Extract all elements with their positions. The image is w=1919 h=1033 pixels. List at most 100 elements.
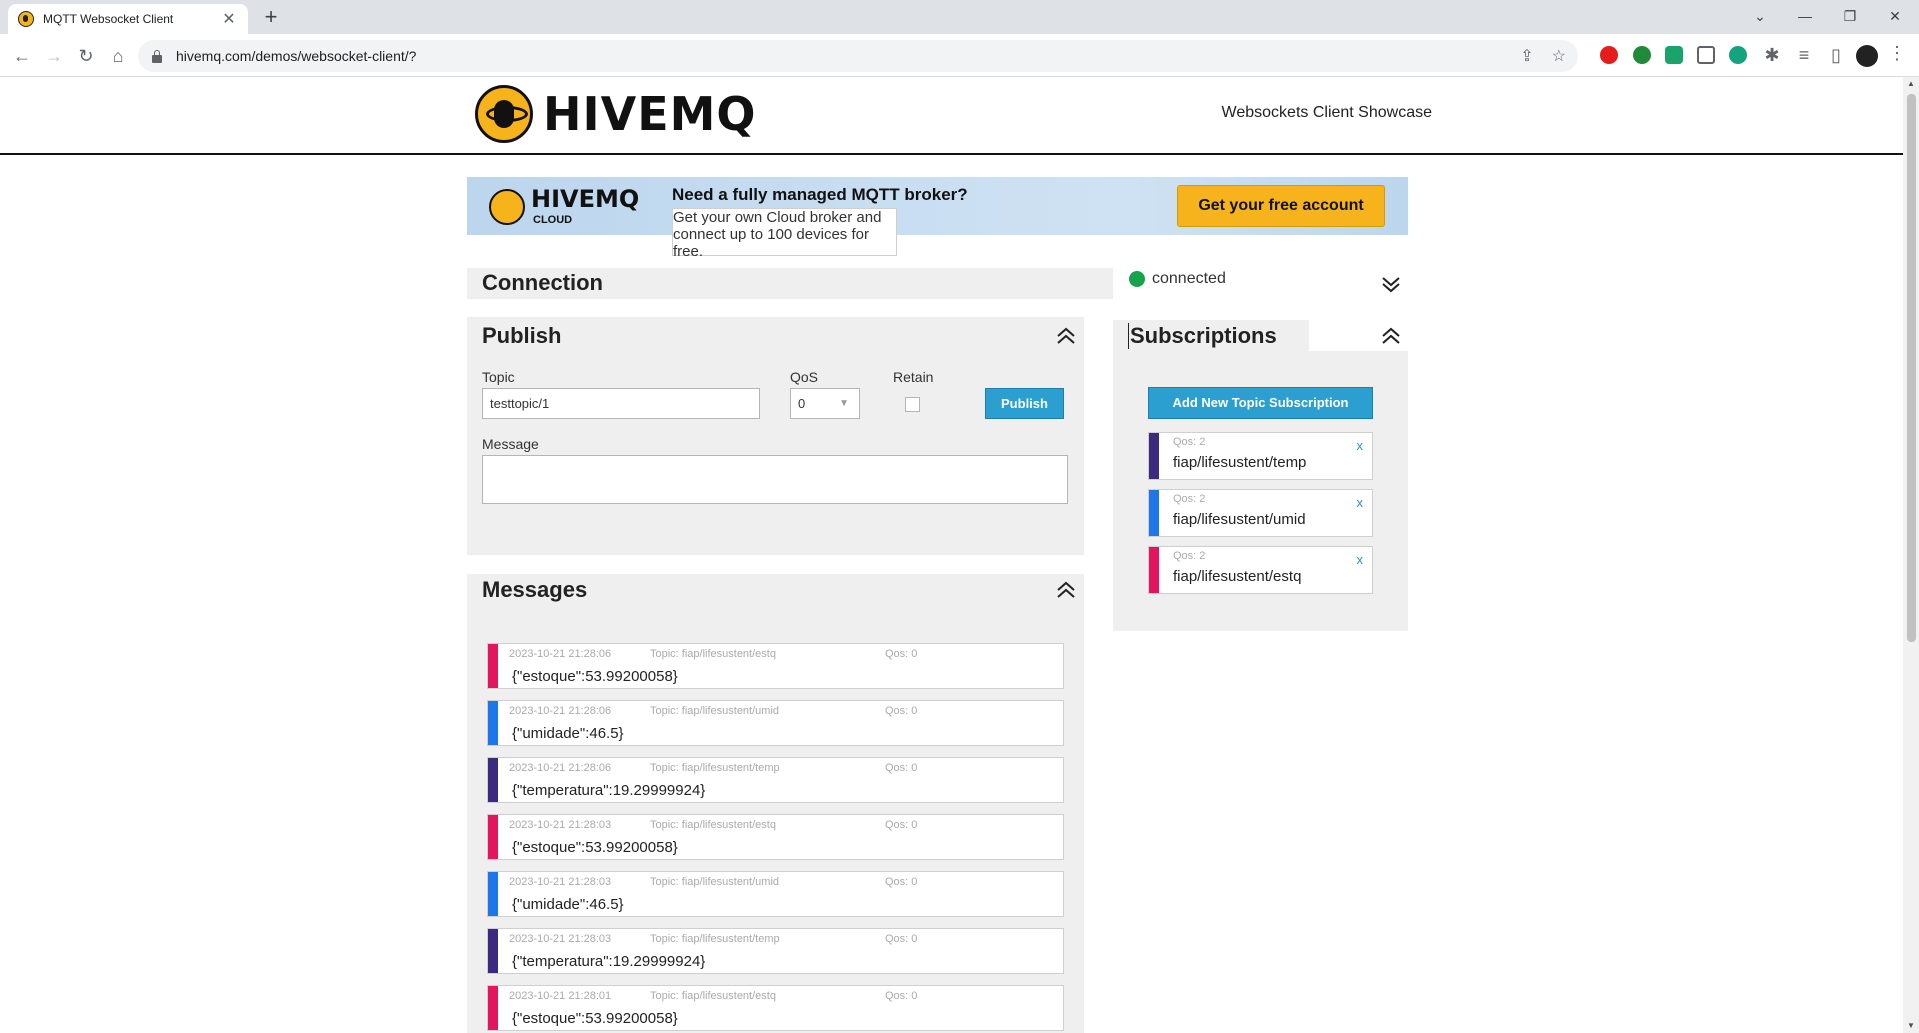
back-arrow-icon[interactable]: ← <box>8 42 36 70</box>
scroll-down-icon[interactable]: ▼ <box>1906 1021 1916 1030</box>
forward-arrow-icon[interactable]: → <box>40 42 68 70</box>
subscription-color-bar[interactable] <box>1149 490 1159 536</box>
message-time: 2023-10-21 21:28:06 <box>509 705 612 717</box>
message-topic: Topic: fiap/lifesustent/umid <box>650 876 780 888</box>
status-dot-icon <box>1129 271 1145 287</box>
reload-icon[interactable]: ↻ <box>72 42 100 70</box>
browser-tab[interactable]: MQTT Websocket Client ✕ <box>8 4 248 34</box>
publish-button[interactable]: Publish <box>985 388 1064 419</box>
profile-avatar[interactable] <box>1856 45 1878 67</box>
header-title: Websockets Client Showcase <box>1221 104 1432 121</box>
browser-menu-icon[interactable]: ⋮ <box>1888 43 1906 64</box>
banner-subline: Get your own Cloud broker and connect up… <box>672 208 897 260</box>
shield-extension-icon[interactable] <box>1665 46 1683 64</box>
cloud-promo-banner[interactable]: HIVEMQ CLOUD Need a fully managed MQTT b… <box>467 177 1408 260</box>
message-color-bar <box>488 872 498 916</box>
get-free-account-button[interactable]: Get your free account <box>1177 185 1385 227</box>
lock-icon[interactable] <box>152 50 162 63</box>
subscription-topic: fiap/lifesustent/umid <box>1173 511 1306 528</box>
chevron-down-double-icon[interactable] <box>1380 273 1402 295</box>
retain-checkbox[interactable] <box>905 397 920 412</box>
message-item: 2023-10-21 21:28:06 Topic: fiap/lifesuste… <box>487 643 1064 689</box>
messages-title[interactable]: Messages <box>482 577 587 603</box>
subscription-topic: fiap/lifesustent/temp <box>1173 454 1307 471</box>
publish-title[interactable]: Publish <box>482 323 561 349</box>
message-item: 2023-10-21 21:28:03 Topic: fiap/lifesuste… <box>487 928 1064 974</box>
message-payload: {"temperatura":19.29999924} <box>512 782 706 799</box>
message-topic: Topic: fiap/lifesustent/umid <box>650 705 780 717</box>
subscription-item[interactable]: Qos: 2 fiap/lifesustent/estq x <box>1148 546 1373 594</box>
message-color-bar <box>488 758 498 802</box>
home-icon[interactable]: ⌂ <box>104 42 132 70</box>
hivemq-logo[interactable]: HIVEMQ <box>475 85 757 143</box>
remove-subscription-icon[interactable]: x <box>1357 495 1364 510</box>
browser-toolbar: ← → ↻ ⌂ hivemq.com/demos/websocket-clien… <box>0 34 1919 77</box>
subscription-topic: fiap/lifesustent/estq <box>1173 568 1302 585</box>
subscription-qos: Qos: 2 <box>1173 436 1206 448</box>
bookmark-star-icon[interactable]: ☆ <box>1552 46 1566 66</box>
message-time: 2023-10-21 21:28:03 <box>509 933 612 945</box>
chevron-up-double-icon[interactable] <box>1055 579 1077 601</box>
close-window-icon[interactable]: ✕ <box>1875 4 1915 28</box>
scroll-up-icon[interactable]: ▲ <box>1906 79 1916 88</box>
retain-label: Retain <box>893 369 934 385</box>
browser-tab-strip: MQTT Websocket Client ✕ + ⌄ — ❐ ✕ <box>0 0 1919 34</box>
tray-extension-icon[interactable] <box>1697 46 1715 64</box>
message-item: 2023-10-21 21:28:03 Topic: fiap/lifesuste… <box>487 871 1064 917</box>
message-item: 2023-10-21 21:28:06 Topic: fiap/lifesuste… <box>487 700 1064 746</box>
qos-label: QoS <box>790 369 819 385</box>
address-bar[interactable]: hivemq.com/demos/websocket-client/? ⇪ ☆ <box>138 40 1578 72</box>
message-qos: Qos: 0 <box>885 990 918 1002</box>
chevron-up-double-icon[interactable] <box>1380 325 1402 347</box>
extensions-puzzle-icon[interactable]: ✱ <box>1758 41 1786 69</box>
message-color-bar <box>488 644 498 688</box>
chevron-up-double-icon[interactable] <box>1055 325 1077 347</box>
hexagon-extension-icon[interactable] <box>1729 46 1747 64</box>
topic-input[interactable]: testtopic/1 <box>482 388 760 419</box>
page-scrollbar[interactable]: ▲ ▼ <box>1903 77 1919 1033</box>
message-time: 2023-10-21 21:28:01 <box>509 990 612 1002</box>
minimize-window-icon[interactable]: — <box>1785 4 1825 28</box>
message-topic: Topic: fiap/lifesustent/temp <box>650 933 780 945</box>
close-tab-icon[interactable]: ✕ <box>220 9 238 29</box>
subscription-item[interactable]: Qos: 2 fiap/lifesustent/umid x <box>1148 489 1373 537</box>
url-text[interactable]: hivemq.com/demos/websocket-client/? <box>176 48 416 64</box>
new-tab-button[interactable]: + <box>258 5 284 31</box>
subscription-item[interactable]: Qos: 2 fiap/lifesustent/temp x <box>1148 432 1373 480</box>
message-time: 2023-10-21 21:28:03 <box>509 819 612 831</box>
subscription-color-bar[interactable] <box>1149 433 1159 479</box>
site-header: HIVEMQ Websockets Client Showcase <box>0 77 1903 155</box>
banner-logo-word: HIVEMQ <box>531 185 640 213</box>
subscription-qos: Qos: 2 <box>1173 493 1206 505</box>
restore-window-icon[interactable]: ❐ <box>1830 4 1870 28</box>
connection-title[interactable]: Connection <box>482 270 603 296</box>
message-color-bar <box>488 986 498 1030</box>
qos-select[interactable]: 0 ▼ <box>790 388 860 419</box>
opera-extension-icon[interactable] <box>1600 46 1618 64</box>
dropdown-arrow-icon: ▼ <box>839 398 849 409</box>
scrollbar-thumb[interactable] <box>1907 94 1916 642</box>
share-icon[interactable]: ⇪ <box>1520 46 1533 66</box>
message-qos: Qos: 0 <box>885 876 918 888</box>
message-color-bar <box>488 929 498 973</box>
dollar-extension-icon[interactable] <box>1633 46 1651 64</box>
hivemq-cloud-logo: HIVEMQ CLOUD <box>489 187 639 227</box>
message-payload: {"temperatura":19.29999924} <box>512 953 706 970</box>
hivemq-bee-icon <box>475 85 533 143</box>
message-color-bar <box>488 701 498 745</box>
reading-list-icon[interactable]: ≡ <box>1790 41 1818 69</box>
tab-title: MQTT Websocket Client <box>43 12 174 26</box>
message-payload: {"umidade":46.5} <box>512 896 624 913</box>
message-item: 2023-10-21 21:28:01 Topic: fiap/lifesuste… <box>487 985 1064 1031</box>
remove-subscription-icon[interactable]: x <box>1357 438 1364 453</box>
message-textarea[interactable] <box>482 455 1068 504</box>
subscriptions-title[interactable]: Subscriptions <box>1128 323 1277 349</box>
message-time: 2023-10-21 21:28:06 <box>509 762 612 774</box>
side-panel-icon[interactable]: ▯ <box>1822 41 1850 69</box>
message-payload: {"umidade":46.5} <box>512 725 624 742</box>
remove-subscription-icon[interactable]: x <box>1357 552 1364 567</box>
add-topic-subscription-button[interactable]: Add New Topic Subscription <box>1148 387 1373 419</box>
message-payload: {"estoque":53.99200058} <box>512 839 678 856</box>
tab-search-icon[interactable]: ⌄ <box>1740 4 1780 28</box>
subscription-color-bar[interactable] <box>1149 547 1159 593</box>
